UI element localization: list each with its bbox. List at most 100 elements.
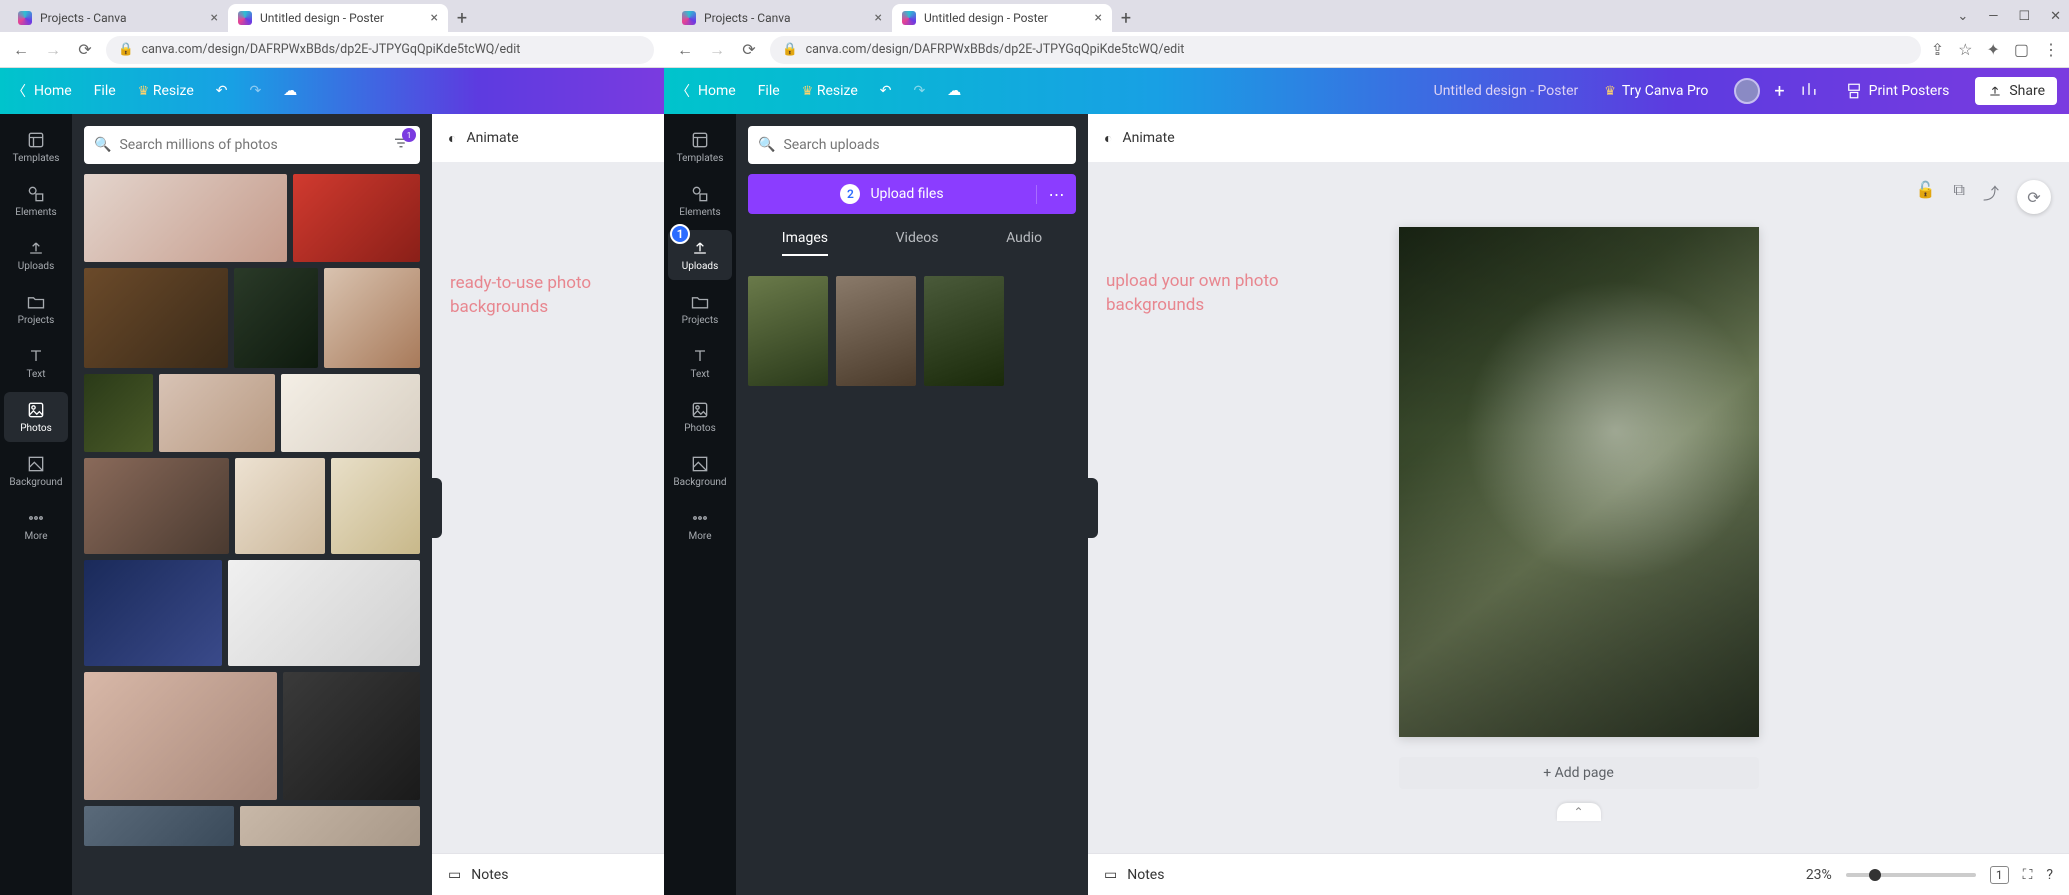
- photo-thumbnail[interactable]: [84, 174, 287, 262]
- file-menu[interactable]: File: [758, 83, 780, 99]
- menu-icon[interactable]: ⋮: [2043, 40, 2059, 59]
- browser-tab[interactable]: Untitled design - Poster ×: [892, 4, 1112, 32]
- refresh-icon[interactable]: ⟳: [2017, 180, 2051, 214]
- fullscreen-icon[interactable]: ⛶: [2023, 867, 2033, 883]
- rail-more[interactable]: More: [4, 500, 68, 550]
- photo-thumbnail[interactable]: [240, 806, 420, 846]
- minimize-button[interactable]: ―: [1988, 9, 1998, 24]
- photo-thumbnail[interactable]: [331, 458, 420, 554]
- insights-icon[interactable]: [1799, 79, 1819, 103]
- rail-text[interactable]: Text: [4, 338, 68, 388]
- forward-button[interactable]: →: [706, 39, 728, 61]
- new-tab-button[interactable]: +: [1112, 4, 1140, 32]
- rail-more[interactable]: More: [668, 500, 732, 550]
- reload-button[interactable]: ⟳: [74, 39, 96, 61]
- rail-templates[interactable]: Templates: [668, 122, 732, 172]
- tab-videos[interactable]: Videos: [896, 230, 939, 256]
- undo-button[interactable]: ↶: [880, 83, 892, 99]
- rail-text[interactable]: Text: [668, 338, 732, 388]
- upload-thumbnail[interactable]: [836, 276, 916, 386]
- photo-thumbnail[interactable]: [84, 672, 277, 800]
- share-button[interactable]: Share: [1975, 77, 2057, 105]
- pages-drawer-handle[interactable]: ⌃: [1557, 803, 1601, 821]
- photo-thumbnail[interactable]: [281, 374, 420, 452]
- zoom-slider[interactable]: [1846, 873, 1976, 877]
- panel-collapse-handle[interactable]: 〉: [1088, 478, 1098, 538]
- lock-icon[interactable]: 🔓: [1916, 180, 1936, 214]
- animate-button[interactable]: Animate: [466, 130, 518, 146]
- redo-button[interactable]: ↷: [914, 83, 926, 99]
- photo-thumbnail[interactable]: [235, 458, 324, 554]
- photo-thumbnail[interactable]: [84, 458, 229, 554]
- try-pro-button[interactable]: ♛Try Canva Pro: [1592, 77, 1720, 105]
- photo-thumbnail[interactable]: [228, 560, 421, 666]
- upload-files-button[interactable]: 2 Upload files ⋯: [748, 174, 1076, 214]
- browser-tab[interactable]: Untitled design - Poster ×: [228, 4, 448, 32]
- upload-thumbnail[interactable]: [924, 276, 1004, 386]
- avatar[interactable]: [1734, 78, 1760, 104]
- share-url-icon[interactable]: ⇪: [1931, 40, 1944, 59]
- home-button[interactable]: 〈 Home: [12, 81, 72, 101]
- rail-background[interactable]: Background: [668, 446, 732, 496]
- add-member-button[interactable]: +: [1774, 81, 1784, 102]
- rail-projects[interactable]: Projects: [4, 284, 68, 334]
- upload-search[interactable]: 🔍: [748, 126, 1076, 164]
- rail-background[interactable]: Background: [4, 446, 68, 496]
- tab-audio[interactable]: Audio: [1006, 230, 1042, 256]
- photo-thumbnail[interactable]: [293, 174, 420, 262]
- photo-thumbnail[interactable]: [283, 672, 421, 800]
- close-icon[interactable]: ×: [875, 10, 882, 26]
- document-name[interactable]: Untitled design - Poster: [1434, 83, 1579, 99]
- address-bar[interactable]: 🔒 canva.com/design/DAFRPWxBBds/dp2E-JTPY…: [770, 36, 1921, 64]
- browser-tab[interactable]: Projects - Canva ×: [8, 4, 228, 32]
- rail-uploads[interactable]: Uploads: [4, 230, 68, 280]
- page-counter[interactable]: 1: [1990, 866, 2009, 884]
- extensions-icon[interactable]: ✦: [1986, 40, 1999, 59]
- forward-button[interactable]: →: [42, 39, 64, 61]
- back-button[interactable]: ←: [674, 39, 696, 61]
- photo-thumbnail[interactable]: [324, 268, 420, 368]
- rail-projects[interactable]: Projects: [668, 284, 732, 334]
- rail-elements[interactable]: Elements: [4, 176, 68, 226]
- reload-button[interactable]: ⟳: [738, 39, 760, 61]
- canvas-page[interactable]: [1399, 227, 1759, 737]
- animate-button[interactable]: Animate: [1122, 130, 1174, 146]
- search-input[interactable]: [119, 137, 384, 153]
- close-icon[interactable]: ×: [1095, 10, 1102, 26]
- undo-button[interactable]: ↶: [216, 83, 228, 99]
- panel-collapse-handle[interactable]: 〉: [432, 478, 442, 538]
- tab-images[interactable]: Images: [782, 230, 828, 256]
- close-window-button[interactable]: ✕: [2050, 9, 2061, 24]
- upload-more-options[interactable]: ⋯: [1036, 185, 1076, 204]
- print-button[interactable]: Print Posters: [1833, 76, 1962, 106]
- address-bar[interactable]: 🔒 canva.com/design/DAFRPWxBBds/dp2E-JTPY…: [106, 36, 654, 64]
- photo-thumbnail[interactable]: [84, 560, 222, 666]
- duplicate-icon[interactable]: ⧉: [1954, 180, 1965, 214]
- maximize-button[interactable]: ☐: [2018, 9, 2030, 24]
- rail-uploads[interactable]: 1 Uploads: [668, 230, 732, 280]
- filter-icon[interactable]: 1: [392, 134, 410, 156]
- notes-button[interactable]: Notes: [471, 867, 508, 883]
- account-icon[interactable]: ▢: [2014, 40, 2029, 59]
- photo-thumbnail[interactable]: [84, 268, 228, 368]
- rail-photos[interactable]: Photos: [668, 392, 732, 442]
- photo-thumbnail[interactable]: [234, 268, 318, 368]
- back-button[interactable]: ←: [10, 39, 32, 61]
- close-icon[interactable]: ×: [431, 10, 438, 26]
- photo-search[interactable]: 🔍 1: [84, 126, 420, 164]
- notes-button[interactable]: Notes: [1127, 867, 1164, 883]
- export-icon[interactable]: ⤴: [1983, 180, 1999, 214]
- close-icon[interactable]: ×: [211, 10, 218, 26]
- upload-thumbnail[interactable]: [748, 276, 828, 386]
- photo-thumbnail[interactable]: [84, 374, 153, 452]
- browser-tab[interactable]: Projects - Canva ×: [672, 4, 892, 32]
- zoom-level[interactable]: 23%: [1806, 867, 1832, 883]
- resize-button[interactable]: ♛ Resize: [138, 83, 194, 99]
- search-input[interactable]: [783, 137, 1066, 153]
- photo-thumbnail[interactable]: [159, 374, 275, 452]
- rail-elements[interactable]: Elements: [668, 176, 732, 226]
- new-tab-button[interactable]: +: [448, 4, 476, 32]
- rail-templates[interactable]: Templates: [4, 122, 68, 172]
- resize-button[interactable]: ♛ Resize: [802, 83, 858, 99]
- bookmark-icon[interactable]: ☆: [1958, 40, 1972, 59]
